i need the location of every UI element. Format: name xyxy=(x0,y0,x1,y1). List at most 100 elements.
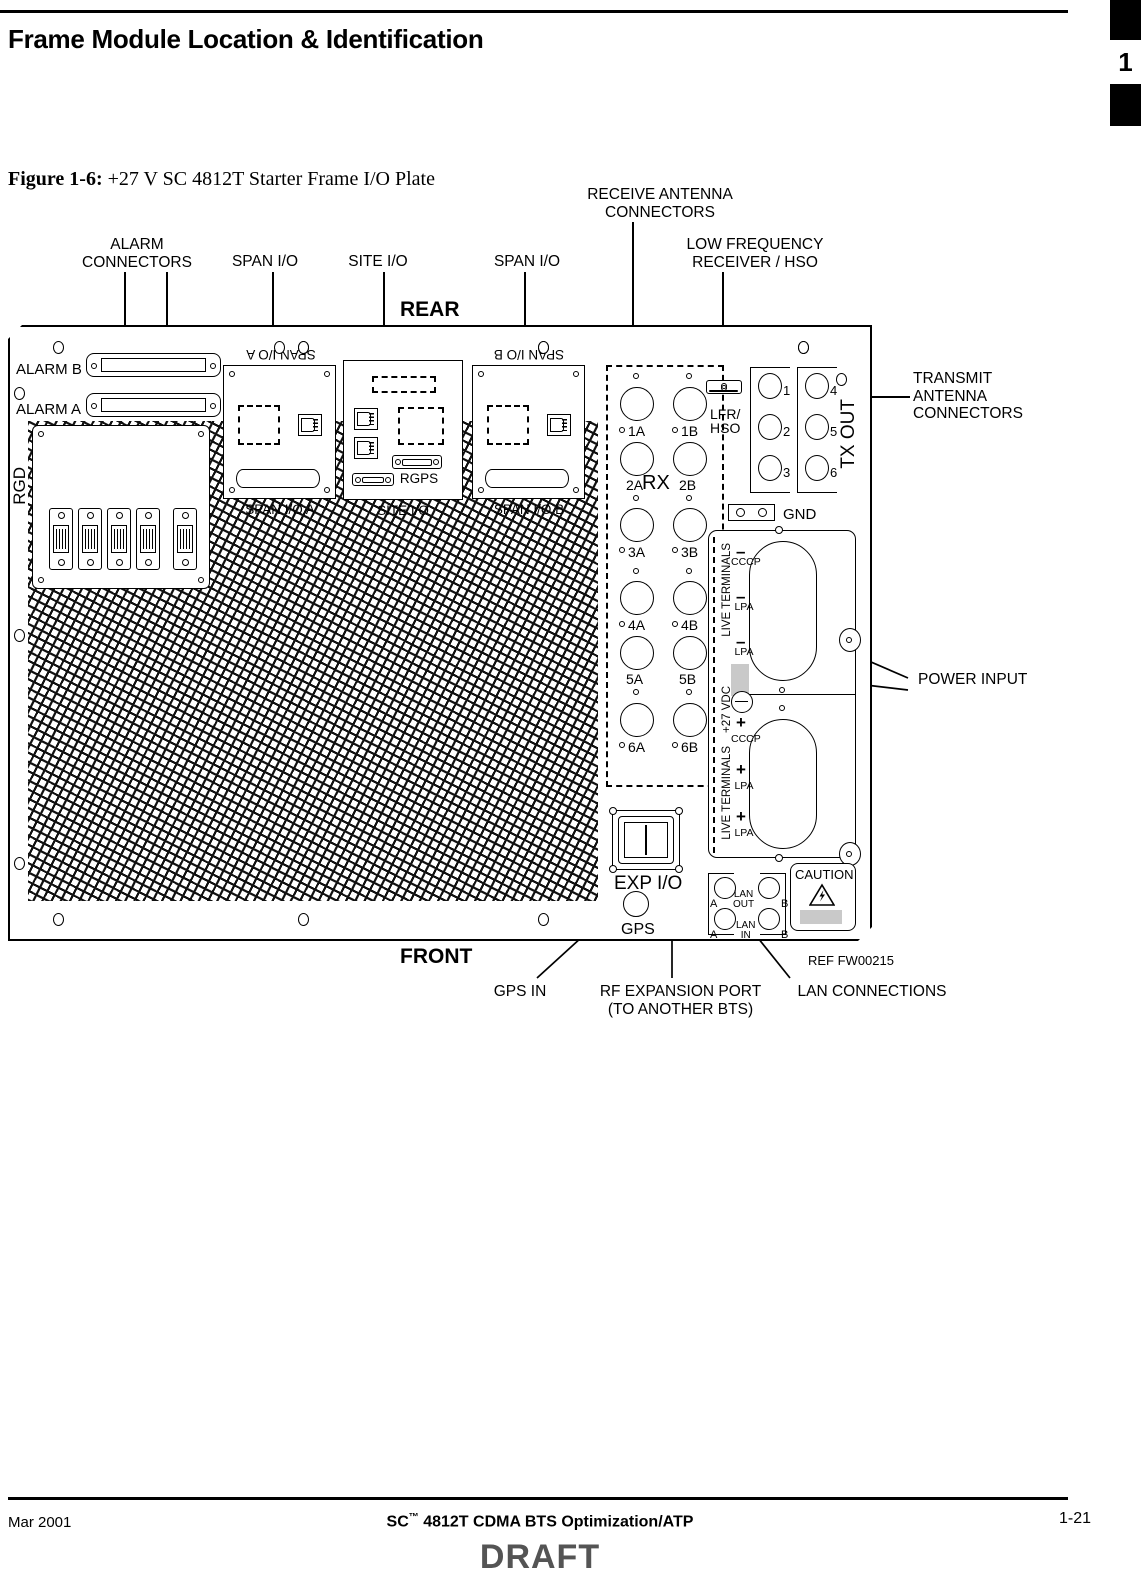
rx-connector-5b[interactable] xyxy=(673,636,707,670)
plate-screw xyxy=(14,857,25,870)
rx-screw xyxy=(633,495,639,501)
gnd-terminal-block[interactable] xyxy=(728,504,775,521)
site-io-footprint-top xyxy=(372,376,436,393)
lfr-hso-label: LFR/ HSO xyxy=(710,406,741,436)
figure-number: Figure 1-6: xyxy=(8,168,103,190)
plate-screw xyxy=(14,387,25,400)
callout-span-io-right: SPAN I/O xyxy=(493,253,561,270)
terminal-sign-pos-1: + xyxy=(736,713,746,732)
span-a-wide-connector[interactable] xyxy=(236,469,320,488)
rgps-connector[interactable] xyxy=(392,455,442,469)
rx-connector-5a[interactable] xyxy=(620,636,654,670)
site-io-rj45-jack-1[interactable] xyxy=(354,408,378,430)
gps-label: GPS xyxy=(621,921,655,938)
span-b-footprint xyxy=(487,405,529,445)
span-io-b-bottom-label: SPAN I/O B xyxy=(493,502,565,517)
alarm-b-connector[interactable] xyxy=(86,353,221,377)
page-tab-marker-bottom xyxy=(1110,84,1141,126)
draft-watermark: DRAFT xyxy=(479,1538,601,1576)
site-io-serial-connector[interactable] xyxy=(352,473,394,486)
rgd-dsub-connector[interactable] xyxy=(173,508,197,570)
rx-connector-1b[interactable] xyxy=(673,387,707,421)
rx-connector-1a[interactable] xyxy=(620,387,654,421)
alarm-a-pin-field xyxy=(101,398,206,412)
rgd-dsub-connector[interactable] xyxy=(49,508,73,570)
lan-in-a-label: A xyxy=(710,929,718,941)
lfr-hso-connector[interactable] xyxy=(706,380,742,394)
rx-connector-2a[interactable] xyxy=(620,442,654,476)
span-a-rj45-jack[interactable] xyxy=(298,414,322,436)
span-b-screw xyxy=(478,371,484,377)
terminal-sign-neg-1: – xyxy=(736,542,746,561)
caution-plate: CAUTION xyxy=(790,863,856,931)
lan-out-label: LAN OUT xyxy=(733,889,755,910)
tx-connector-1[interactable] xyxy=(758,373,782,399)
callout-span-io-left: SPAN I/O xyxy=(231,253,299,270)
callout-alarm-connectors: ALARM CONNECTORS xyxy=(82,236,192,271)
exp-screw xyxy=(609,865,617,873)
rotary-switch[interactable] xyxy=(731,691,753,713)
span-io-a-panel[interactable] xyxy=(223,365,336,499)
rgd-dsub-connector[interactable] xyxy=(78,508,102,570)
tx-connector-3[interactable] xyxy=(758,455,782,481)
tx-connector-5[interactable] xyxy=(805,414,829,440)
rx-label-2a: 2A xyxy=(626,477,644,493)
footer-doc-rest: 4812T CDMA BTS Optimization/ATP xyxy=(418,1513,694,1531)
rx-label-6b: 6B xyxy=(681,739,699,755)
callout-rf-expansion-port: RF EXPANSION PORT (TO ANOTHER BTS) xyxy=(599,983,762,1018)
site-io-rj45-jack-2[interactable] xyxy=(354,437,378,459)
power-input-module[interactable]: LIVE TERMINALS +27 VDC LIVE TERMINALS – … xyxy=(708,526,856,862)
terminal-sign-neg-2: – xyxy=(736,587,746,606)
rx-connector-3a[interactable] xyxy=(620,508,654,542)
power-module-screw xyxy=(775,526,783,534)
span-b-wide-connector[interactable] xyxy=(485,469,569,488)
span-io-b-panel[interactable] xyxy=(472,365,585,499)
alarm-screw xyxy=(91,363,97,369)
tx-connector-6[interactable] xyxy=(805,455,829,481)
exp-io-contacts xyxy=(624,822,668,858)
span-io-a-bottom-label: SPAN I/O A xyxy=(245,502,315,517)
rf-expansion-port[interactable] xyxy=(609,807,683,873)
reference-label: REF FW00215 xyxy=(808,953,894,968)
tx-label-4: 4 xyxy=(830,383,838,398)
lan-out-a-label: A xyxy=(710,898,718,910)
footer-rule xyxy=(8,1497,1068,1500)
rx-connector-3b[interactable] xyxy=(673,508,707,542)
rx-screw xyxy=(633,373,639,379)
power-slot-hole xyxy=(779,705,785,711)
tx-label-2: 2 xyxy=(783,424,791,439)
callout-gps-in: GPS IN xyxy=(493,983,547,1000)
span-b-screw xyxy=(573,487,579,493)
rx-screw xyxy=(633,568,639,574)
exp-screw xyxy=(675,865,683,873)
rx-connector-2b[interactable] xyxy=(673,442,707,476)
tx-connector-4[interactable] xyxy=(805,373,829,399)
lan-out-b-connector[interactable] xyxy=(758,877,780,899)
gps-connector[interactable] xyxy=(623,891,649,917)
rgd-panel[interactable] xyxy=(32,425,210,589)
span-b-rj45-jack[interactable] xyxy=(547,414,571,436)
io-plate-diagram: REAR FRONT REF FW00215 ALARM B ALARM A R… xyxy=(8,298,894,968)
rx-connector-4a[interactable] xyxy=(620,581,654,615)
lan-in-a-connector[interactable] xyxy=(714,908,736,930)
alarm-screw xyxy=(91,403,97,409)
terminal-tag-pos-cccp: CCCP xyxy=(731,733,761,745)
rgd-dsub-connector[interactable] xyxy=(136,508,160,570)
rx-connector-6b[interactable] xyxy=(673,703,707,737)
lan-in-b-connector[interactable] xyxy=(758,908,780,930)
alarm-a-connector[interactable] xyxy=(86,393,221,417)
span-a-screw xyxy=(324,371,330,377)
exp-screw xyxy=(609,807,617,815)
rx-connector-6a[interactable] xyxy=(620,703,654,737)
site-io-panel[interactable]: RGPS xyxy=(343,360,463,500)
terminal-sign-neg-3: – xyxy=(736,632,746,651)
rgd-dsub-connector[interactable] xyxy=(107,508,131,570)
rx-connector-4b[interactable] xyxy=(673,581,707,615)
rx-label-1b: 1B xyxy=(681,423,699,439)
rx-label-3a: 3A xyxy=(628,544,646,560)
span-io-b-top-label: SPAN I/O B xyxy=(493,347,565,362)
rx-screw xyxy=(686,373,692,379)
plate-screw xyxy=(53,341,64,354)
exp-io-label: EXP I/O xyxy=(614,873,683,894)
tx-connector-2[interactable] xyxy=(758,414,782,440)
